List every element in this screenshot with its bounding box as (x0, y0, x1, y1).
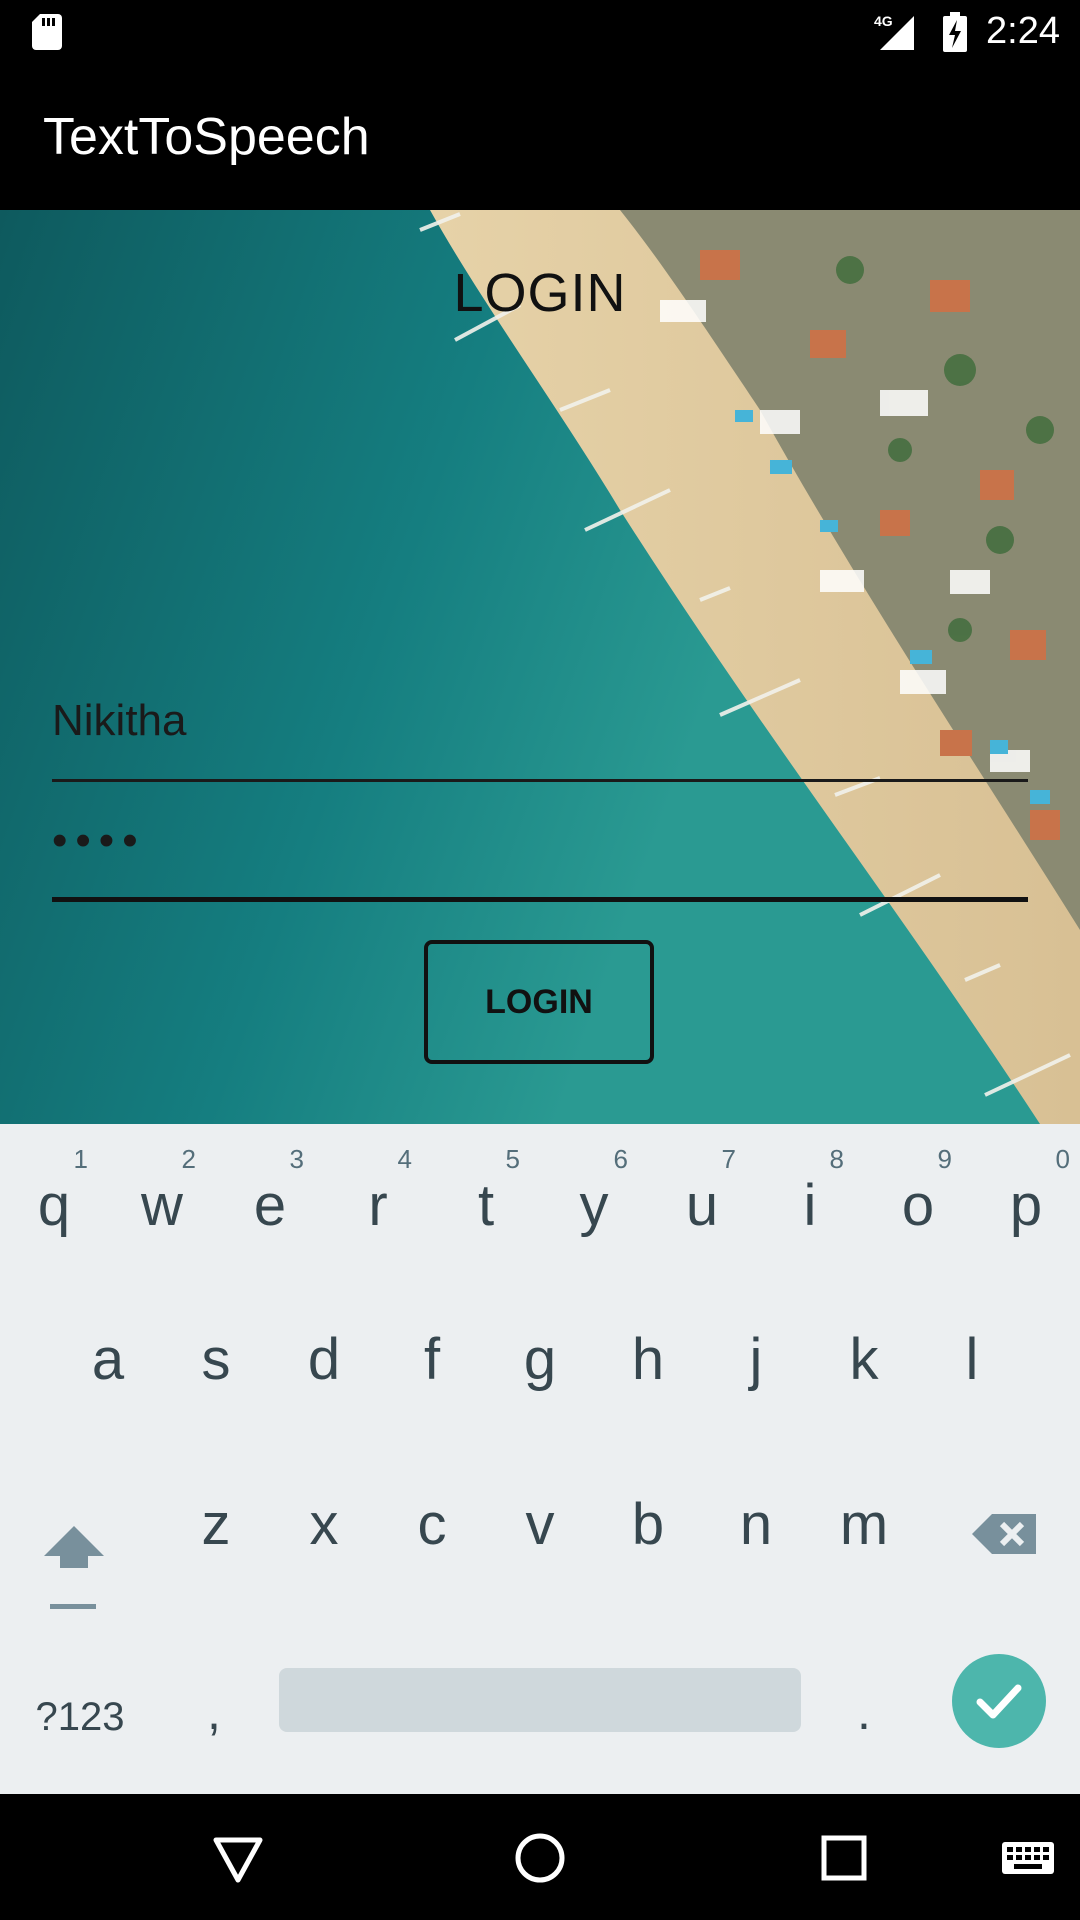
key[interactable]: g (486, 1284, 594, 1434)
app-bar: TextToSpeech (0, 63, 1080, 210)
status-bar: 4G 2:24 (0, 0, 1080, 63)
key-label: w (141, 1173, 183, 1238)
key[interactable]: 8i (756, 1124, 864, 1274)
backspace-key[interactable] (966, 1504, 1066, 1614)
key[interactable]: 5t (432, 1124, 540, 1274)
key-label: a (91, 1327, 125, 1392)
key-label: o (901, 1173, 935, 1238)
key-label: d (307, 1327, 341, 1392)
status-clock: 2:24 (986, 10, 1060, 52)
key-label: h (631, 1327, 665, 1392)
key-label: m (839, 1492, 889, 1557)
key[interactable]: 4r (324, 1124, 432, 1274)
key[interactable]: s (162, 1284, 270, 1434)
key[interactable]: h (594, 1284, 702, 1434)
key[interactable]: z (162, 1449, 270, 1599)
app-title: TextToSpeech (43, 108, 370, 166)
key-hint: 0 (1055, 1144, 1070, 1174)
key-label: q (37, 1173, 71, 1238)
comma-key[interactable]: , (160, 1672, 268, 1762)
key-label: k (849, 1327, 879, 1392)
back-icon[interactable] (210, 1830, 266, 1886)
key-label: r (368, 1173, 388, 1238)
key-label: u (685, 1173, 719, 1238)
login-heading: LOGIN (453, 263, 627, 323)
key-label: e (253, 1173, 287, 1238)
key[interactable]: 1q (0, 1124, 108, 1274)
shift-key[interactable] (30, 1504, 130, 1614)
key-label: n (739, 1492, 773, 1557)
shift-icon (44, 1526, 104, 1609)
key-label: l (965, 1327, 979, 1392)
key-hint: 1 (73, 1144, 88, 1174)
key-hint: 8 (829, 1144, 844, 1174)
password-value: •••• (52, 816, 146, 865)
key-label: b (631, 1492, 665, 1557)
key[interactable]: a (54, 1284, 162, 1434)
username-value: Nikitha (52, 696, 187, 745)
key[interactable]: v (486, 1449, 594, 1599)
key-label: g (523, 1327, 557, 1392)
key[interactable]: k (810, 1284, 918, 1434)
battery-charging-icon (943, 12, 967, 52)
space-key[interactable] (279, 1668, 801, 1732)
key-hint: 3 (289, 1144, 304, 1174)
key-hint: 6 (613, 1144, 628, 1174)
key[interactable]: 7u (648, 1124, 756, 1274)
key[interactable]: 6y (540, 1124, 648, 1274)
key[interactable]: c (378, 1449, 486, 1599)
key-hint: 4 (397, 1144, 412, 1174)
key-hint: 9 (937, 1144, 952, 1174)
key-label: s (201, 1327, 231, 1392)
key-hint: 7 (721, 1144, 736, 1174)
key[interactable]: 3e (216, 1124, 324, 1274)
password-field[interactable]: •••• (52, 810, 1028, 902)
period-key[interactable]: . (810, 1672, 918, 1762)
recents-icon[interactable] (816, 1830, 872, 1886)
key-label: y (579, 1173, 609, 1238)
key[interactable]: d (270, 1284, 378, 1434)
key[interactable]: 2w (108, 1124, 216, 1274)
key[interactable]: j (702, 1284, 810, 1434)
backspace-icon (972, 1514, 1036, 1554)
key[interactable]: x (270, 1449, 378, 1599)
sd-card-icon (32, 14, 62, 50)
login-button[interactable]: LOGIN (424, 940, 654, 1064)
key[interactable]: f (378, 1284, 486, 1434)
keyboard-icon[interactable] (1000, 1830, 1056, 1886)
done-key[interactable] (952, 1654, 1046, 1748)
navigation-bar (0, 1794, 1080, 1920)
key-label: c (417, 1492, 447, 1557)
key[interactable]: l (918, 1284, 1026, 1434)
key-label: v (525, 1492, 555, 1557)
key[interactable]: n (702, 1449, 810, 1599)
key-label: t (477, 1173, 495, 1238)
home-icon[interactable] (512, 1830, 568, 1886)
key-label: p (1009, 1173, 1043, 1238)
key[interactable]: 0p (972, 1124, 1080, 1274)
key-label: z (201, 1492, 231, 1557)
soft-keyboard: 1q 2w 3e 4r 5t 6y 7u 8i 9o 0p a s d f g … (0, 1124, 1080, 1794)
key[interactable]: b (594, 1449, 702, 1599)
symbols-key[interactable]: ?123 (20, 1672, 140, 1762)
key-hint: 5 (505, 1144, 520, 1174)
key-hint: 2 (181, 1144, 196, 1174)
login-screen: LOGIN Nikitha •••• LOGIN (0, 210, 1080, 1124)
key[interactable]: 9o (864, 1124, 972, 1274)
key-label: f (423, 1327, 441, 1392)
key-label: j (749, 1327, 763, 1392)
checkmark-icon (976, 1684, 1022, 1719)
signal-4g-icon: 4G (874, 13, 914, 50)
username-field[interactable]: Nikitha (52, 696, 1028, 782)
key[interactable]: m (810, 1449, 918, 1599)
network-label: 4G (874, 13, 893, 29)
key-label: i (803, 1173, 817, 1238)
key-label: x (309, 1492, 339, 1557)
